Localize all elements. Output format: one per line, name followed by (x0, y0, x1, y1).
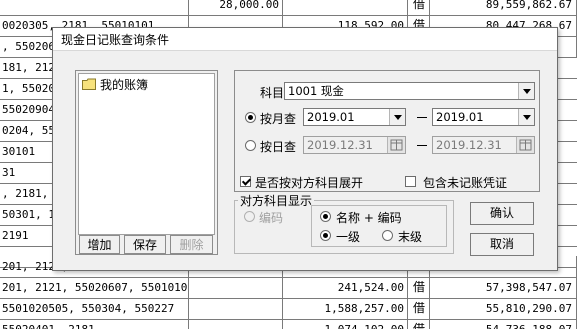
cancel-button[interactable]: 取消 (470, 233, 534, 256)
tree-item-label: 我的账簿 (100, 78, 149, 92)
direction-cell: 借 (409, 277, 430, 298)
contra-display-group: 对方科目显示 编码 名称 + 编码 一级 末级 (234, 192, 454, 254)
credit-cell: 1,074,102.00 (284, 319, 408, 329)
name-code-group: 名称 + 编码 一级 末级 (311, 205, 447, 247)
subject-cell: 5501020505, 550304, 550227 (0, 298, 189, 319)
direction-cell: 借 (409, 319, 430, 329)
code-label: 编码 (259, 211, 284, 225)
save-button[interactable]: 保存 (124, 235, 166, 254)
subject-cell: 55020401, 2181 (0, 319, 189, 329)
dialog-title: 现金日记账查询条件 (61, 33, 170, 47)
table-row[interactable]: 55020401, 2181 1,074,102.00 借 54,736,188… (0, 319, 577, 329)
calendar-icon[interactable] (387, 137, 405, 153)
range-dash (417, 145, 427, 146)
include-unposted-checkbox[interactable] (405, 176, 416, 187)
direction-cell: 借 (409, 298, 430, 319)
direction-cell: 借 (409, 0, 430, 15)
confirm-button[interactable]: 确认 (470, 202, 534, 225)
day-to-field[interactable]: 2019.12.31 (432, 136, 535, 154)
last-level-radio[interactable] (382, 230, 393, 241)
name-code-radio[interactable] (320, 211, 331, 222)
day-from-value: 2019.12.31 (307, 138, 373, 152)
debit-cell (190, 319, 283, 329)
code-radio[interactable] (244, 211, 255, 222)
subject-cell: 201, 2121, 55020607, 55010101 (0, 277, 189, 298)
subject-select[interactable]: 1001 现金 (284, 82, 535, 100)
chevron-down-icon[interactable] (518, 83, 534, 99)
last-level-label: 末级 (398, 230, 423, 244)
expand-by-contra-label: 是否按对方科目展开 (255, 176, 364, 190)
name-code-label: 名称 + 编码 (336, 211, 402, 225)
level-one-label: 一级 (336, 230, 361, 244)
include-unposted-label: 包含未记账凭证 (423, 176, 508, 190)
balance-cell: 54,736,188.07 (430, 319, 577, 329)
expand-by-contra-checkbox[interactable] (240, 176, 251, 187)
balance-cell: 57,398,547.07 (430, 277, 577, 298)
debit-cell (190, 298, 283, 319)
by-month-radio[interactable] (245, 112, 256, 123)
day-to-value: 2019.12.31 (436, 138, 502, 152)
table-row[interactable]: 28,000.00 借 89,559,862.67 (0, 0, 577, 16)
credit-cell (284, 0, 408, 15)
subject-cell (0, 0, 189, 15)
credit-cell: 1,588,257.00 (284, 298, 408, 319)
month-to-select[interactable]: 2019.01 (432, 108, 535, 126)
by-day-radio[interactable] (245, 140, 256, 151)
chevron-down-icon[interactable] (389, 109, 405, 125)
by-month-label: 按月查 (260, 112, 297, 126)
chevron-down-icon[interactable] (518, 109, 534, 125)
month-to-value: 2019.01 (436, 110, 484, 124)
month-from-select[interactable]: 2019.01 (303, 108, 406, 126)
folder-icon (82, 78, 96, 94)
level-one-radio[interactable] (320, 230, 331, 241)
tree-item-my-books[interactable]: 我的账簿 (82, 77, 148, 93)
debit-cell: 28,000.00 (190, 0, 283, 15)
subject-value: 1001 现金 (288, 84, 344, 98)
table-row[interactable]: 5501020505, 550304, 550227 1,588,257.00 … (0, 298, 577, 320)
delete-button[interactable]: 删除 (170, 235, 213, 254)
balance-cell: 89,559,862.67 (430, 0, 577, 15)
day-from-field[interactable]: 2019.12.31 (303, 136, 406, 154)
account-book-tree[interactable]: 我的账簿 (78, 73, 215, 235)
range-dash (417, 117, 427, 118)
add-button[interactable]: 增加 (79, 235, 120, 254)
contra-display-title: 对方科目显示 (238, 192, 315, 209)
by-day-label: 按日查 (260, 140, 297, 154)
cash-journal-query-dialog: 现金日记账查询条件 我的账簿 增加 保存 删除 科目: 1001 现金 按月查 … (52, 27, 558, 271)
balance-cell: 55,810,290.07 (430, 298, 577, 319)
table-row[interactable]: 201, 2121, 55020607, 55010101 241,524.00… (0, 277, 577, 299)
credit-cell: 241,524.00 (284, 277, 408, 298)
account-book-panel: 我的账簿 增加 保存 删除 (75, 70, 218, 255)
debit-cell (190, 277, 283, 298)
calendar-icon[interactable] (516, 137, 534, 153)
month-from-value: 2019.01 (307, 110, 355, 124)
dialog-titlebar[interactable]: 现金日记账查询条件 (53, 28, 557, 51)
